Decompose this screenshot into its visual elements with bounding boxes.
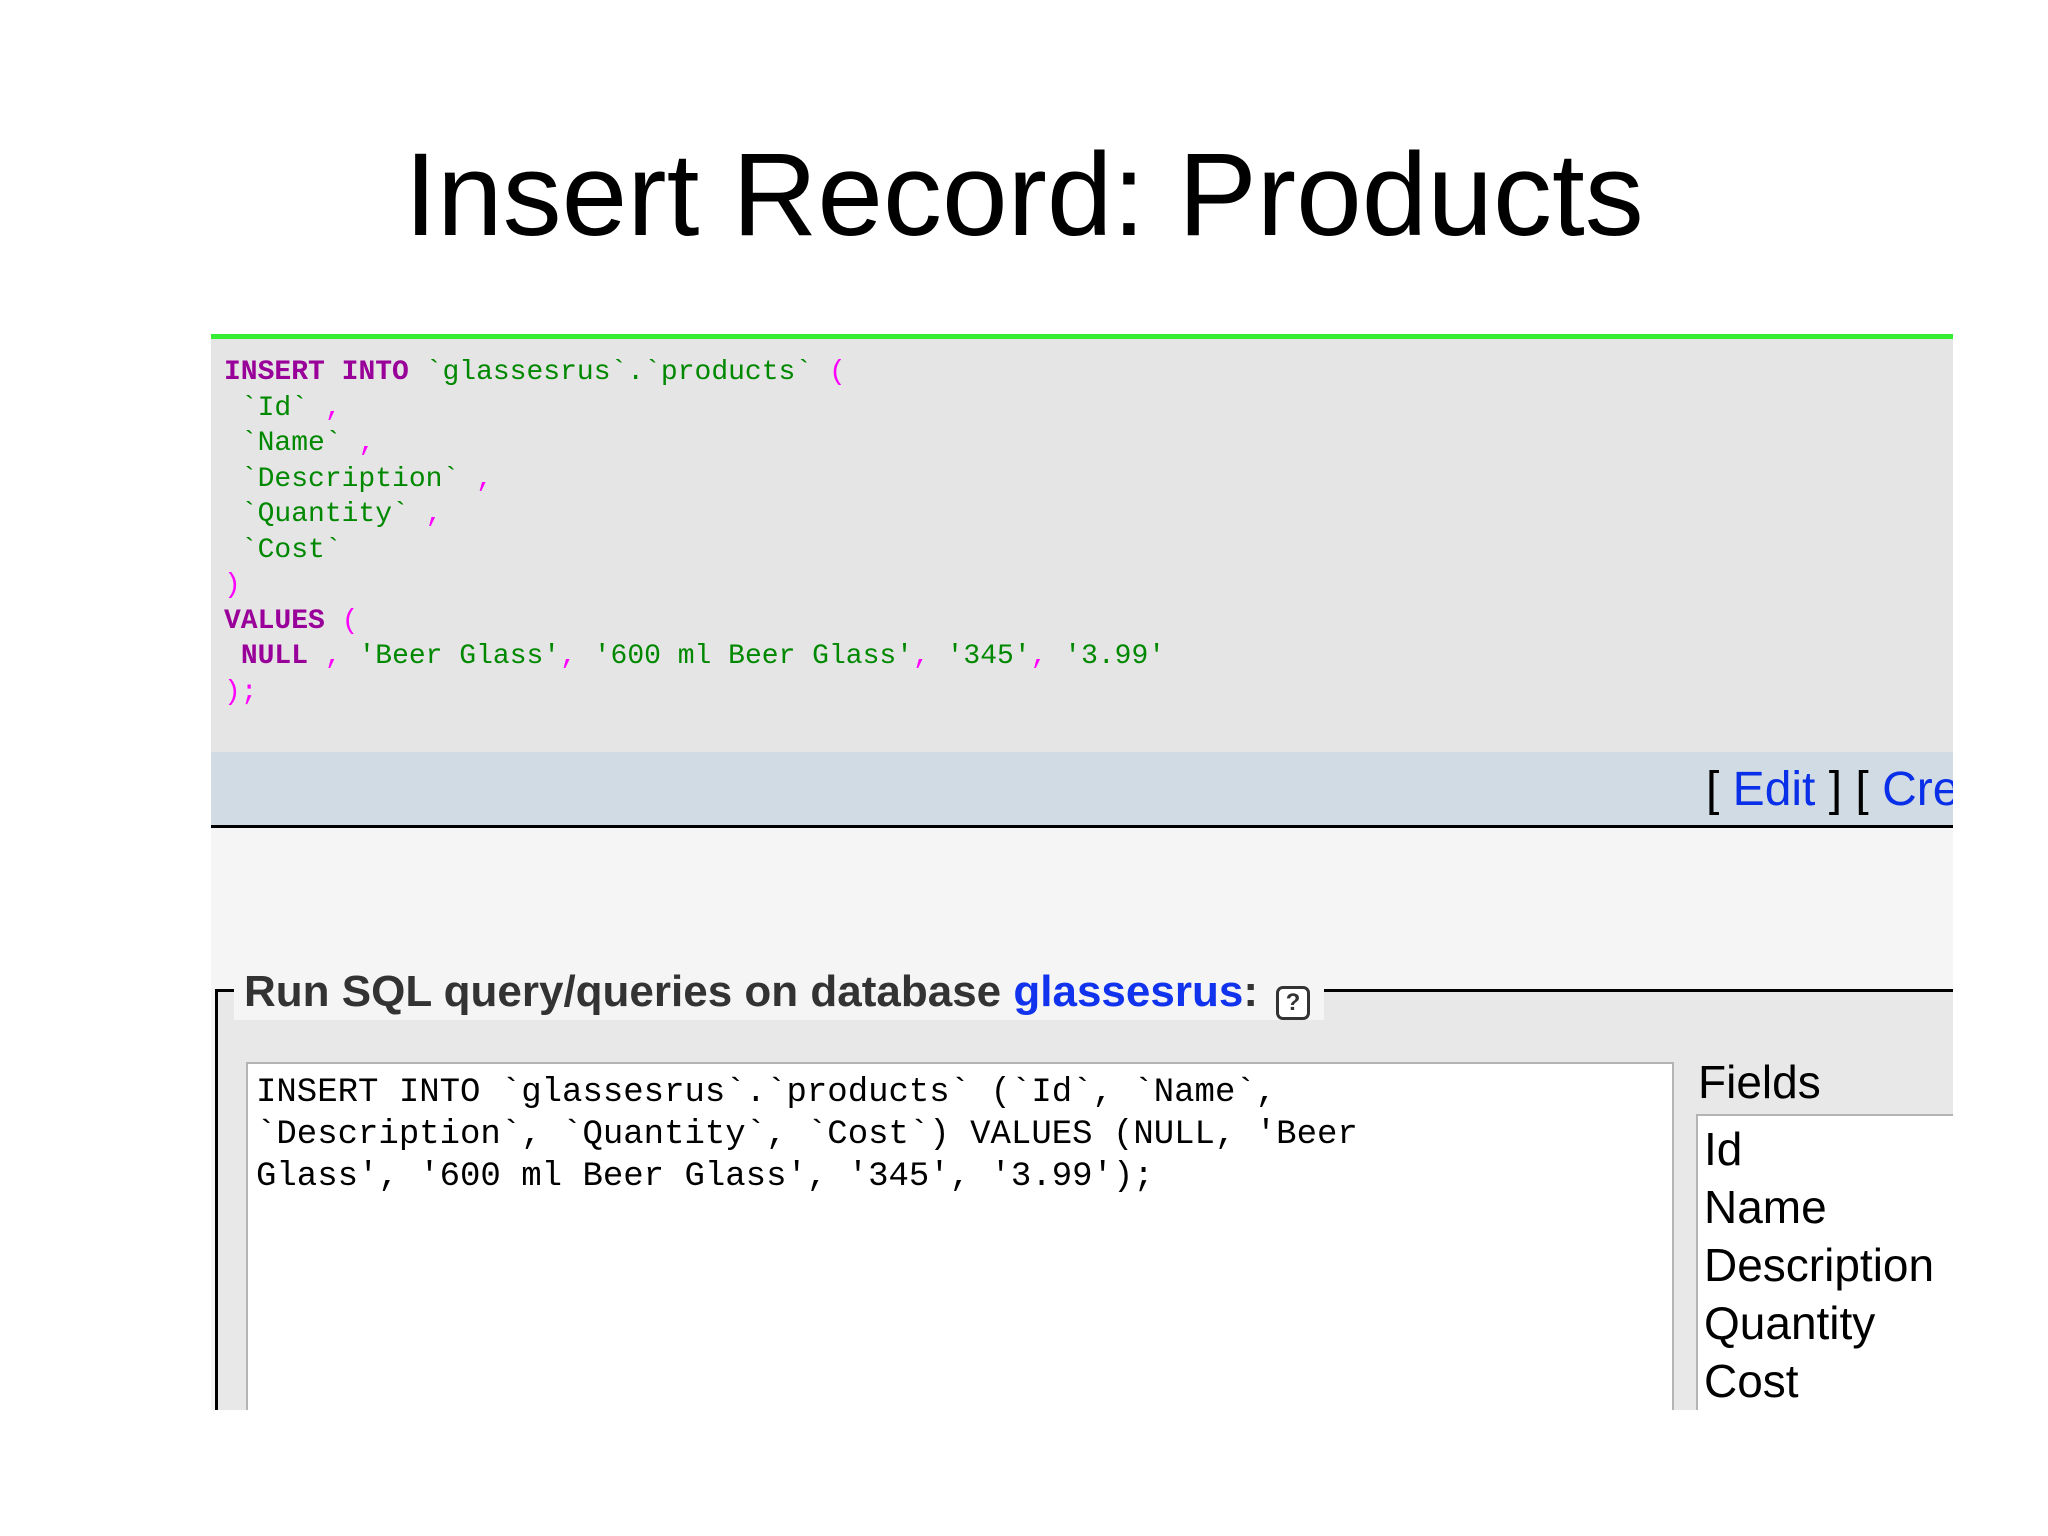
sql-value: '600 ml Beer Glass' (593, 641, 913, 672)
field-option-description[interactable]: Description (1704, 1236, 1953, 1294)
phpmyadmin-screenshot: INSERT INTO `glassesrus`.`products` ( `I… (211, 334, 1953, 1410)
sql-column: `Name` (240, 428, 342, 459)
run-sql-fieldset: Run SQL query/queries on database glasse… (215, 964, 1953, 1410)
create-php-code-link[interactable]: Cre (1882, 763, 1953, 816)
fields-list[interactable]: Id Name Description Quantity Cost (1696, 1114, 1953, 1410)
sql-separator: , (324, 392, 342, 424)
sql-value: '345' (946, 641, 1031, 672)
sql-separator: , (476, 463, 493, 495)
sql-values-paren: ( (341, 605, 359, 637)
sql-column: `Quantity` (240, 499, 409, 530)
legend-text: Run SQL query/queries on database (244, 967, 1014, 1016)
field-option-name[interactable]: Name (1704, 1178, 1953, 1236)
sql-keyword-null: NULL (240, 641, 309, 672)
sql-separator: , (425, 499, 443, 530)
sql-query-textarea[interactable]: INSERT INTO `glassesrus`.`products` (`Id… (246, 1062, 1674, 1410)
edit-link[interactable]: Edit (1733, 763, 1816, 816)
sql-value: 'Beer Glass' (358, 641, 561, 672)
sql-table-name: `glassesrus`.`products` (425, 357, 813, 388)
sql-keyword-insert: INSERT (224, 357, 325, 388)
sql-value: '3.99' (1064, 641, 1166, 672)
action-bar: [ Edit ] [ Cre (211, 752, 1953, 828)
database-link[interactable]: glassesrus (1013, 967, 1243, 1016)
field-option-cost[interactable]: Cost (1704, 1352, 1953, 1410)
sql-open-paren: ( (828, 357, 846, 388)
help-icon[interactable]: ? (1275, 986, 1310, 1020)
sql-close-paren: ) (224, 570, 241, 601)
slide-title: Insert Record: Products (404, 129, 1644, 261)
legend-colon: : (1243, 967, 1258, 1016)
sql-keyword-into: INTO (341, 357, 409, 388)
field-option-id[interactable]: Id (1704, 1120, 1953, 1178)
sql-column: `Id` (240, 392, 309, 424)
run-sql-legend: Run SQL query/queries on database glasse… (234, 964, 1324, 1020)
sql-end: ); (224, 676, 258, 708)
action-links: [ Edit ] [ Cre (1706, 762, 1953, 818)
sql-preview-code: INSERT INTO `glassesrus`.`products` ( `I… (224, 357, 1166, 708)
sql-column: `Cost` (240, 534, 342, 566)
sql-preview-panel: INSERT INTO `glassesrus`.`products` ( `I… (211, 334, 1953, 752)
fields-label: Fields (1698, 1056, 1821, 1108)
sql-separator: , (358, 428, 376, 459)
sql-column: `Description` (240, 463, 460, 495)
field-option-quantity[interactable]: Quantity (1704, 1294, 1953, 1352)
sql-keyword-values: VALUES (224, 605, 325, 637)
